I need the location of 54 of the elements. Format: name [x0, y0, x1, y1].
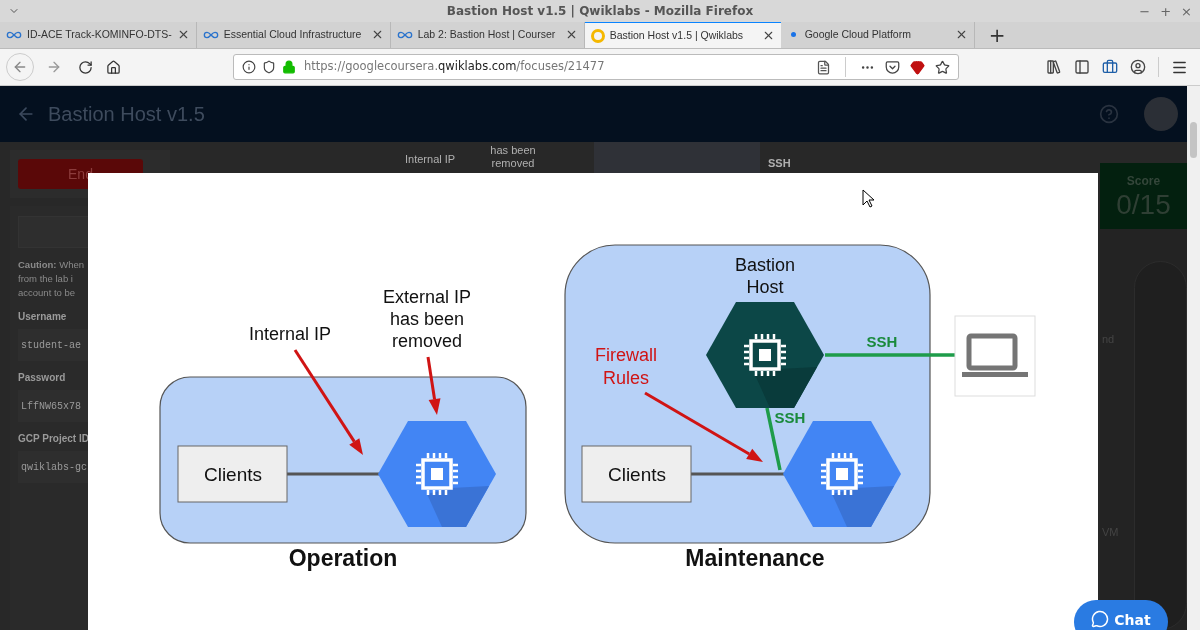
arrow — [426, 356, 441, 415]
reader-view-icon[interactable] — [816, 59, 831, 75]
tab-title: Lab 2: Bastion Host | Courser — [417, 26, 557, 42]
star-icon[interactable] — [935, 59, 950, 75]
sidebar-icon[interactable] — [1074, 59, 1090, 75]
chat-bubble-icon — [1091, 610, 1110, 628]
ssh-label: SSH — [866, 333, 898, 350]
ssh-label: SSH — [774, 409, 806, 426]
chip-icon — [416, 453, 458, 495]
info-icon[interactable] — [242, 60, 256, 74]
tab-title: Essential Cloud Infrastructure — [223, 26, 363, 42]
diagram-caption: Operation — [288, 545, 398, 571]
lock-icon — [282, 60, 296, 74]
window-control[interactable]: × — [1181, 4, 1192, 18]
browser-tab[interactable]: ID-ACE Track-KOMINFO-DTS- — [0, 21, 197, 48]
window-control[interactable]: − — [1139, 4, 1151, 18]
chat-button[interactable]: Chat — [1074, 600, 1168, 630]
field-label: Password — [18, 371, 67, 385]
firewall-rules-label: Firewall Rules — [595, 345, 657, 388]
browser-tab[interactable]: Lab 2: Bastion Host | Courser — [390, 21, 585, 48]
browser-tab[interactable]: Bastion Host v1.5 | Qwiklabs — [584, 21, 781, 48]
tab-title: ID-ACE Track-KOMINFO-DTS- — [27, 26, 172, 42]
external-ip-label: External IP has been removed — [383, 287, 471, 351]
clients-node: Clients — [177, 445, 288, 503]
reload-icon[interactable] — [78, 59, 93, 75]
window-control[interactable]: + — [1160, 4, 1172, 18]
background-label: SSH — [768, 156, 791, 171]
field-label: GCP Project ID — [18, 432, 90, 446]
shield-icon[interactable] — [262, 60, 276, 74]
caution-text: Caution: When from the lab i account to be — [18, 258, 85, 300]
internal-ip-label: Internal IP — [249, 324, 331, 344]
url-bar[interactable]: https://googlecoursera.qwiklabs.com/focuses/21477 — [233, 54, 959, 80]
window-title: Bastion Host v1.5 | Qwiklabs - Mozilla Firefox — [446, 3, 754, 20]
browser-tab[interactable]: Google Cloud Platform — [780, 21, 975, 48]
cursor-icon — [862, 189, 875, 208]
background-label: has been removed — [489, 144, 537, 170]
new-tab-button[interactable]: + — [980, 22, 1014, 48]
pocket-icon[interactable] — [885, 59, 900, 75]
diagram-caption: Maintenance — [685, 545, 825, 571]
chip-icon — [744, 334, 786, 376]
page-title: Bastion Host v1.5 — [48, 102, 205, 127]
url-text: https://googlecoursera.qwiklabs.com/focuses/21477 — [304, 58, 605, 76]
background-label: Internal IP — [405, 152, 456, 167]
tab-title: Google Cloud Platform — [804, 26, 912, 42]
account-icon[interactable] — [1130, 59, 1146, 75]
clients-node: Clients — [581, 445, 692, 503]
bastion-host-label: Bastion Host — [735, 255, 795, 297]
tab-title: Bastion Host v1.5 | Qwiklabs — [609, 27, 745, 43]
gem-icon[interactable] — [910, 59, 925, 75]
chip-icon — [821, 453, 863, 495]
home-icon[interactable] — [106, 59, 121, 75]
browser-tab[interactable]: Essential Cloud Infrastructure — [196, 21, 391, 48]
field-label: Username — [18, 310, 68, 324]
library-icon[interactable] — [1046, 59, 1062, 75]
